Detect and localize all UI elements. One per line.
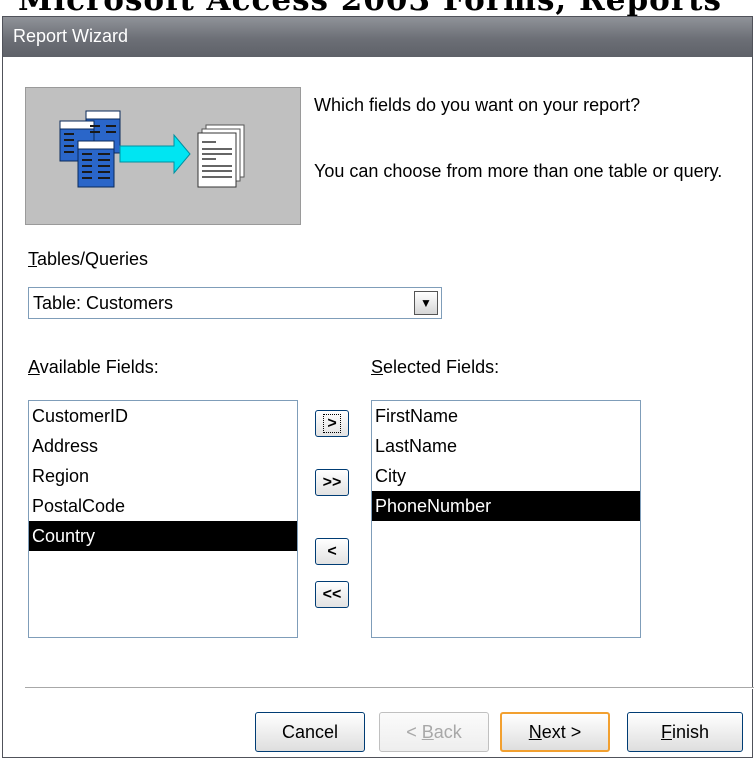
chevron-down-icon[interactable]: ▼ bbox=[414, 291, 438, 315]
finish-button[interactable]: Finish bbox=[627, 712, 743, 752]
selected-fields-label: Selected Fields: bbox=[371, 357, 500, 377]
list-item[interactable]: FirstName bbox=[372, 401, 640, 431]
list-item[interactable]: PostalCode bbox=[29, 491, 297, 521]
list-item-selected[interactable]: PhoneNumber bbox=[372, 491, 640, 521]
prompt-hint: You can choose from more than one table … bbox=[314, 161, 723, 181]
tables-queries-select[interactable]: Table: Customers ▼ bbox=[28, 287, 442, 319]
divider bbox=[25, 687, 754, 689]
back-button[interactable]: < Back bbox=[379, 712, 489, 752]
list-item[interactable]: LastName bbox=[372, 431, 640, 461]
remove-all-fields-button[interactable]: << bbox=[315, 581, 349, 608]
list-item[interactable]: Address bbox=[29, 431, 297, 461]
tables-queries-value: Table: Customers bbox=[33, 293, 174, 313]
available-fields-list[interactable]: CustomerID Address Region PostalCode Cou… bbox=[28, 400, 298, 638]
list-item[interactable]: CustomerID bbox=[29, 401, 297, 431]
add-field-button[interactable]: > bbox=[315, 410, 349, 437]
dialog-title: Report Wizard bbox=[13, 26, 129, 46]
list-item-selected[interactable]: Country bbox=[29, 521, 297, 551]
title-bar[interactable]: Report Wizard bbox=[3, 17, 752, 57]
cancel-button[interactable]: Cancel bbox=[255, 712, 365, 752]
list-item[interactable]: Region bbox=[29, 461, 297, 491]
available-fields-label: Available Fields: bbox=[28, 357, 159, 377]
selected-fields-list[interactable]: FirstName LastName City PhoneNumber bbox=[371, 400, 641, 638]
prompt-question: Which fields do you want on your report? bbox=[314, 95, 641, 115]
table-to-report-illustration-icon bbox=[25, 87, 301, 225]
report-wizard-dialog: Report Wizard Which fields do you want o… bbox=[2, 16, 754, 758]
tables-queries-label: Tables/Queries bbox=[28, 249, 149, 269]
add-all-fields-button[interactable]: >> bbox=[315, 469, 349, 496]
remove-field-button[interactable]: < bbox=[315, 538, 349, 565]
list-item[interactable]: City bbox=[372, 461, 640, 491]
next-button[interactable]: Next > bbox=[500, 712, 610, 752]
